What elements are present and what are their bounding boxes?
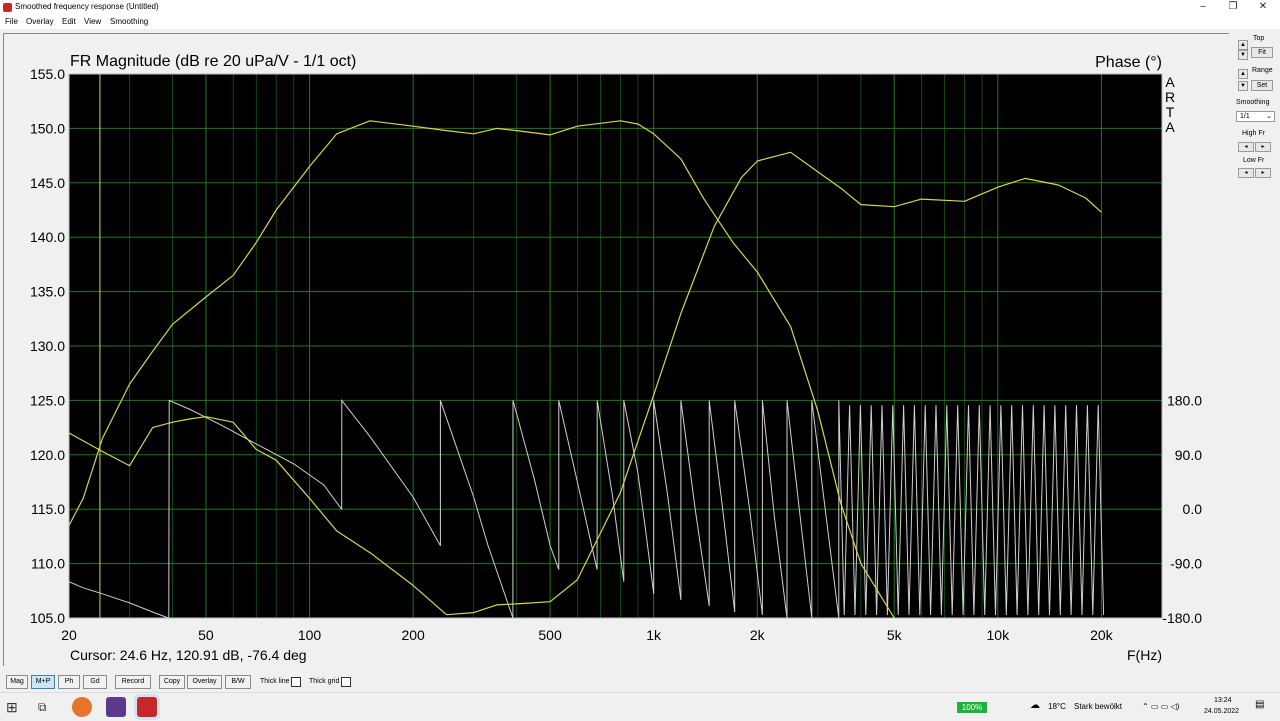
y-tick-label: 130.0	[30, 338, 65, 354]
top-label: Top	[1253, 35, 1265, 42]
thick-line-checkbox[interactable]	[291, 677, 301, 687]
task-view-icon[interactable]: ⧉	[38, 697, 58, 717]
close-button[interactable]: ✕	[1248, 2, 1278, 14]
y-tick-label: 135.0	[30, 284, 65, 300]
mag-button[interactable]: Mag	[6, 675, 28, 689]
menu-smoothing[interactable]: Smoothing	[110, 17, 148, 26]
watermark-letter: R	[1165, 89, 1175, 105]
set-button[interactable]: Set	[1251, 80, 1273, 91]
high-fr-right-arrow[interactable]: ▸	[1255, 142, 1271, 152]
range-label: Range	[1252, 67, 1273, 74]
phase-button[interactable]: Ph	[58, 675, 80, 689]
top-down-arrow[interactable]: ▼	[1238, 50, 1248, 60]
x-tick-label: 500	[538, 627, 562, 643]
phase-axis-title: Phase (°)	[1095, 54, 1162, 71]
range-down-arrow[interactable]: ▼	[1238, 81, 1248, 91]
firefox-icon[interactable]	[72, 697, 92, 717]
phase-tick-label: -180.0	[1162, 610, 1202, 626]
y-tick-label: 140.0	[30, 229, 65, 245]
y-tick-label: 150.0	[30, 120, 65, 136]
clock-time: 13:24	[1214, 697, 1232, 704]
chart-area: 105.0 110.0 115.0 120.0 125.0 130.0 135.0 140.0…	[3, 33, 1229, 666]
thick-line-label: Thick line	[260, 678, 290, 685]
low-fr-left-arrow[interactable]: ◂	[1238, 168, 1254, 178]
watermark-letter: A	[1165, 74, 1175, 90]
cursor-readout: Cursor: 24.6 Hz, 120.91 dB, -76.4 deg	[70, 647, 307, 663]
x-tick-label: 1k	[646, 627, 662, 643]
range-up-arrow[interactable]: ▲	[1238, 69, 1248, 79]
y-tick-label: 110.0	[31, 556, 65, 572]
y-tick-label: 155.0	[30, 66, 65, 82]
group-delay-button[interactable]: Gd	[83, 675, 107, 689]
y-tick-label: 125.0	[30, 392, 65, 408]
thick-grid-label: Thick grid	[309, 678, 340, 685]
record-button[interactable]: Record	[115, 675, 151, 689]
phase-tick-label: 0.0	[1183, 501, 1203, 517]
high-fr-label: High Fr	[1242, 130, 1265, 137]
smoothing-value: 1/1	[1240, 113, 1250, 120]
y-tick-label: 120.0	[30, 447, 65, 463]
high-fr-left-arrow[interactable]: ◂	[1238, 142, 1254, 152]
y-tick-label: 105.0	[30, 610, 65, 626]
mag-phase-button[interactable]: M+P	[31, 675, 55, 689]
title-bar: Smoothed frequency response (Untitled) –…	[0, 0, 1280, 15]
menu-edit[interactable]: Edit	[62, 17, 76, 26]
x-tick-label: 100	[298, 627, 322, 643]
x-tick-label: 50	[198, 627, 214, 643]
y-tick-label: 115.0	[31, 501, 65, 517]
smoothing-label: Smoothing	[1236, 99, 1270, 106]
watermark-letter: T	[1166, 104, 1175, 120]
top-up-arrow[interactable]: ▲	[1238, 40, 1248, 50]
menu-file[interactable]: File	[5, 17, 18, 26]
maximize-button[interactable]: ❐	[1218, 2, 1248, 14]
arta-taskbar-icon[interactable]	[137, 697, 157, 717]
arta-app-icon	[3, 3, 12, 12]
temperature: 18°C	[1048, 702, 1066, 711]
low-fr-right-arrow[interactable]: ▸	[1255, 168, 1271, 178]
side-panel: ▲ ▼ Top Fit ▲ ▼ Range Set Smoothing 1/1 ⌄…	[1232, 33, 1280, 193]
windows-start-icon[interactable]: ⊞	[6, 697, 26, 717]
notification-icon[interactable]: ▤	[1255, 699, 1264, 710]
low-fr-label: Low Fr	[1243, 157, 1265, 164]
minimize-button[interactable]: –	[1188, 2, 1218, 14]
chevron-down-icon: ⌄	[1266, 113, 1272, 120]
x-tick-label: 20k	[1090, 627, 1114, 643]
menu-bar: File Overlay Edit View Smoothing	[0, 15, 1280, 29]
thick-grid-checkbox[interactable]	[341, 677, 351, 687]
x-tick-label: 200	[401, 627, 425, 643]
x-tick-label: 20	[61, 627, 77, 643]
phase-tick-label: -90.0	[1170, 556, 1202, 572]
menu-overlay[interactable]: Overlay	[26, 17, 54, 26]
copy-button[interactable]: Copy	[159, 675, 185, 689]
menu-view[interactable]: View	[84, 17, 101, 26]
weather-icon: ☁	[1030, 700, 1040, 711]
x-tick-label: 10k	[987, 627, 1011, 643]
fit-button[interactable]: Fit	[1251, 47, 1273, 58]
watermark-letter: A	[1165, 119, 1175, 135]
chart-title: FR Magnitude (dB re 20 uPa/V - 1/1 oct)	[70, 53, 356, 70]
bw-button[interactable]: B/W	[225, 675, 251, 689]
x-axis-label: F(Hz)	[1127, 647, 1162, 663]
phase-tick-label: 90.0	[1175, 447, 1202, 463]
x-tick-label: 2k	[750, 627, 766, 643]
battery-badge: 100%	[957, 702, 987, 713]
taskbar: ⊞ ⧉ 100% ☁ 18°C Stark bewölkt ⌃ ▭ ▭ ◁) 1…	[0, 692, 1280, 721]
x-tick-label: 5k	[887, 627, 903, 643]
phase-tick-label: 180.0	[1167, 392, 1202, 408]
y-tick-label: 145.0	[30, 175, 65, 191]
frequency-response-chart: 105.0 110.0 115.0 120.0 125.0 130.0 135.0 140.0…	[30, 53, 1203, 663]
smoothing-select[interactable]: 1/1 ⌄	[1236, 111, 1275, 122]
clock-date: 24.05.2022	[1204, 708, 1240, 715]
overlay-button[interactable]: Overlay	[187, 675, 222, 689]
window-title: Smoothed frequency response (Untitled)	[15, 2, 159, 11]
weather-text: Stark bewölkt	[1074, 702, 1123, 711]
app-icon[interactable]	[106, 697, 126, 717]
bottom-toolbar: Mag M+P Ph Gd Record Copy Overlay B/W Th…	[0, 673, 1280, 691]
tray-icons[interactable]: ⌃ ▭ ▭ ◁)	[1142, 702, 1179, 711]
